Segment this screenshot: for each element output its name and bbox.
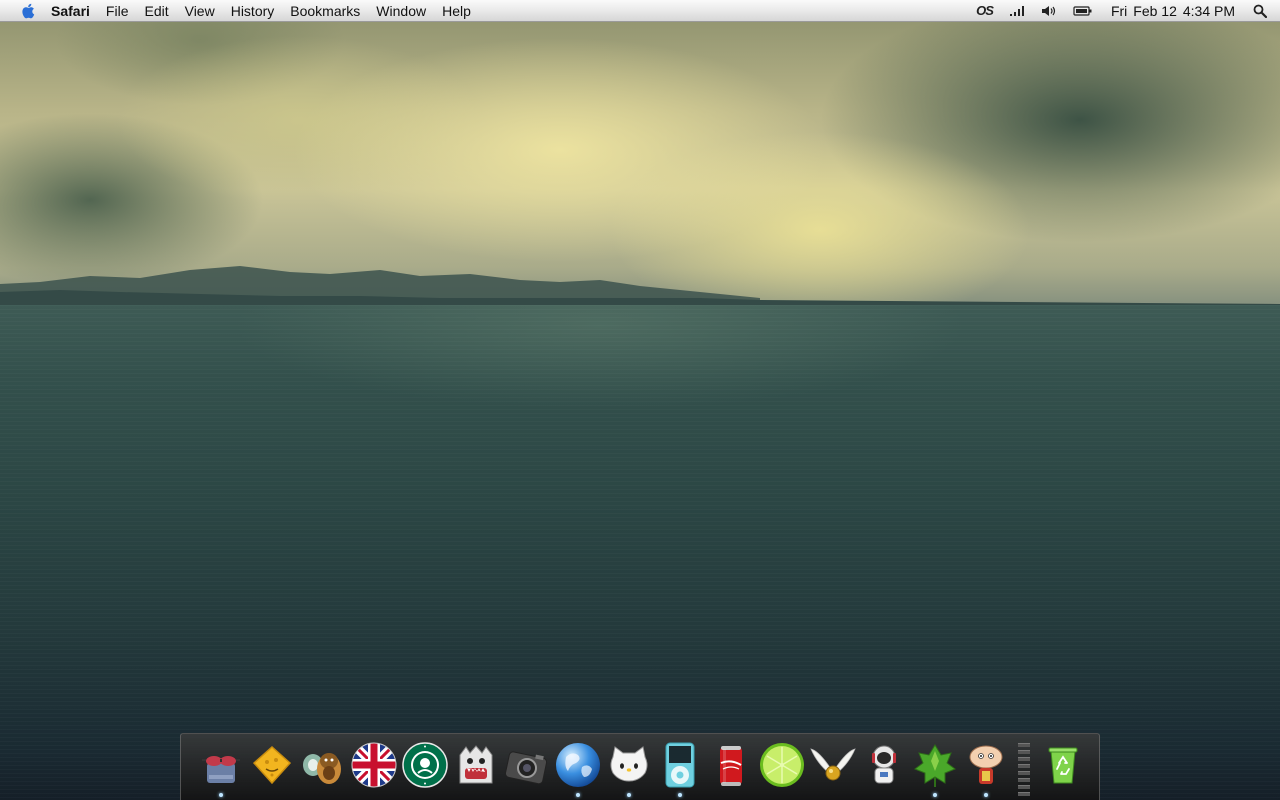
camera-icon xyxy=(504,751,547,785)
running-indicator xyxy=(983,793,988,797)
menu-view[interactable]: View xyxy=(177,0,223,22)
menu-file[interactable]: File xyxy=(98,0,137,22)
dock-item-ipod[interactable] xyxy=(654,738,705,800)
dock-item-starbucks[interactable] xyxy=(399,738,450,800)
hello-kitty-icon xyxy=(610,746,647,782)
apple-menu-icon[interactable] xyxy=(19,2,37,20)
running-indicator xyxy=(626,793,631,797)
golden-snitch-icon xyxy=(809,748,856,781)
dock-separator xyxy=(1017,738,1031,800)
menu-extra-os-icon[interactable]: OS xyxy=(976,0,994,22)
dock-item-monkey[interactable] xyxy=(297,738,348,800)
cola-can-icon xyxy=(719,746,742,786)
desktop-wallpaper xyxy=(0,0,1280,800)
ipod-icon xyxy=(665,742,694,788)
wallpaper-sea xyxy=(0,305,1280,800)
running-indicator xyxy=(932,793,937,797)
running-indicator xyxy=(677,793,682,797)
dock-item-cheese[interactable] xyxy=(246,738,297,800)
monkey-icon xyxy=(302,753,341,784)
menu-help[interactable]: Help xyxy=(434,0,479,22)
artichoke-icon xyxy=(913,744,956,787)
clock-date: Feb 12 xyxy=(1133,2,1177,19)
menu-edit[interactable]: Edit xyxy=(136,0,176,22)
union-jack-icon xyxy=(351,742,396,788)
menu-bar: Safari File Edit View History Bookmarks … xyxy=(0,0,1280,22)
clock-time: 4:34 PM xyxy=(1182,2,1235,19)
spotlight-search-icon[interactable] xyxy=(1253,0,1267,22)
dock-item-lime[interactable] xyxy=(756,738,807,800)
dock-item-astronaut[interactable] xyxy=(858,738,909,800)
menu-history[interactable]: History xyxy=(223,0,283,22)
stewie-icon xyxy=(969,745,1002,784)
clock-day: Fri xyxy=(1110,2,1128,19)
dock-item-monster[interactable] xyxy=(450,738,501,800)
running-indicator xyxy=(575,793,580,797)
monster-icon xyxy=(459,745,492,784)
signal-strength-icon[interactable] xyxy=(1009,0,1025,22)
volume-icon[interactable] xyxy=(1041,0,1057,22)
menu-bar-clock[interactable]: Fri Feb 12 4:34 PM xyxy=(1111,3,1235,19)
starbucks-icon xyxy=(401,742,448,788)
dock-item-cola-can[interactable] xyxy=(705,738,756,800)
app-menu-safari[interactable]: Safari xyxy=(51,0,98,22)
dock-item-sunglasses-robot[interactable] xyxy=(195,738,246,800)
dock-item-trash[interactable] xyxy=(1037,738,1088,800)
recycle-bin-icon xyxy=(1048,747,1077,784)
globe-icon xyxy=(555,743,600,787)
lime-icon xyxy=(759,743,804,787)
dock-item-union-jack[interactable] xyxy=(348,738,399,800)
dock-item-camera[interactable] xyxy=(501,738,552,800)
dock xyxy=(180,733,1100,800)
dock-item-hello-kitty[interactable] xyxy=(603,738,654,800)
battery-icon[interactable] xyxy=(1073,0,1093,22)
sunglasses-robot-icon xyxy=(201,756,240,783)
dock-item-artichoke[interactable] xyxy=(909,738,960,800)
menu-extra-os-label: OS xyxy=(976,3,994,18)
dock-item-golden-snitch[interactable] xyxy=(807,738,858,800)
dock-item-stewie[interactable] xyxy=(960,738,1011,800)
cheese-icon xyxy=(252,745,291,785)
menu-bookmarks[interactable]: Bookmarks xyxy=(282,0,368,22)
astronaut-icon xyxy=(871,745,896,784)
menu-window[interactable]: Window xyxy=(368,0,434,22)
dock-item-globe[interactable] xyxy=(552,738,603,800)
running-indicator xyxy=(218,793,223,797)
